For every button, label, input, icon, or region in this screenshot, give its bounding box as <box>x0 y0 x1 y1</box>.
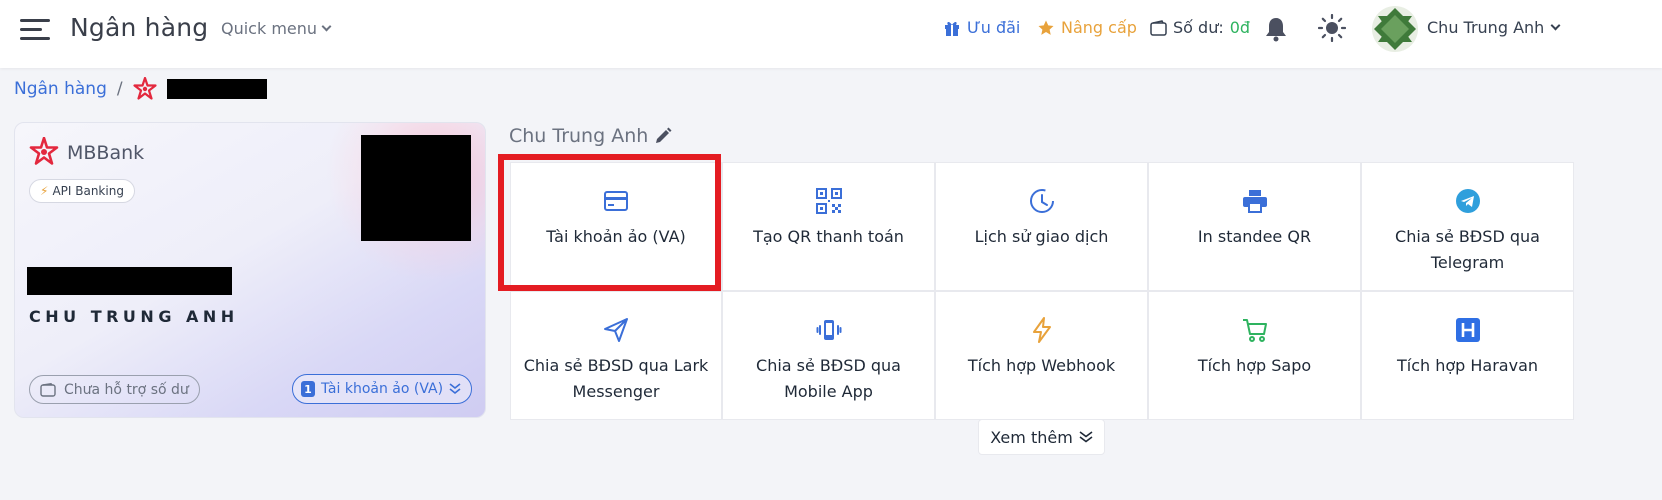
menu-toggle-icon[interactable] <box>20 16 50 42</box>
qr-code-icon <box>815 188 842 214</box>
redacted-account-number <box>166 79 267 99</box>
tile-virtual-account[interactable]: Tài khoản ảo (VA) <box>510 162 722 291</box>
tile-label: Chia sẻ BĐSD qua Mobile App <box>756 356 901 401</box>
account-title-text: Chu Trung Anh <box>509 125 649 147</box>
user-name: Chu Trung Anh <box>1427 18 1545 37</box>
redacted-qr-code <box>361 135 471 241</box>
offers-label: Ưu đãi <box>967 18 1021 37</box>
cart-icon <box>1242 317 1268 343</box>
quick-menu-dropdown[interactable]: Quick menu <box>221 19 332 38</box>
tile-transaction-history[interactable]: Lịch sử giao dịch <box>935 162 1148 291</box>
bell-icon[interactable] <box>1264 16 1288 42</box>
haravan-icon <box>1455 317 1481 343</box>
tile-label: Tài khoản ảo (VA) <box>546 227 686 246</box>
upgrade-label: Nâng cấp <box>1061 18 1137 37</box>
top-navbar: Ngân hàng Quick menu Ưu đãi Nâng cấp Số … <box>0 0 1662 68</box>
tile-share-lark[interactable]: Chia sẻ BĐSD qua Lark Messenger <box>510 291 722 420</box>
user-menu[interactable]: Chu Trung Anh <box>1427 18 1561 37</box>
tile-label: Chia sẻ BĐSD qua Telegram <box>1395 227 1540 272</box>
theme-toggle-sun-icon[interactable] <box>1318 14 1346 42</box>
double-chevron-down-icon <box>1079 431 1093 443</box>
tile-create-qr[interactable]: Tạo QR thanh toán <box>722 162 935 291</box>
credit-card-icon <box>603 188 629 214</box>
tile-label: Tạo QR thanh toán <box>753 227 904 246</box>
mbbank-logo-icon <box>133 77 157 100</box>
quick-menu-label: Quick menu <box>221 19 318 38</box>
tile-sapo[interactable]: Tích hợp Sapo <box>1148 291 1361 420</box>
tile-print-standee[interactable]: In standee QR <box>1148 162 1361 291</box>
api-banking-badge: ⚡ API Banking <box>29 179 135 203</box>
see-more-label: Xem thêm <box>990 427 1073 447</box>
breadcrumb-bank-link[interactable]: Ngân hàng <box>14 79 107 99</box>
gift-icon <box>945 21 959 36</box>
history-clock-icon <box>1029 188 1055 214</box>
offers-link[interactable]: Ưu đãi <box>943 18 1020 37</box>
wallet-icon <box>1150 19 1167 36</box>
send-icon <box>603 317 629 343</box>
account-holder-name: CHU TRUNG ANH <box>29 307 239 326</box>
edit-pencil-icon[interactable] <box>654 127 672 145</box>
balance-value: 0đ <box>1229 18 1251 37</box>
tile-share-telegram[interactable]: Chia sẻ BĐSD qua Telegram <box>1361 162 1574 291</box>
balance-unsupported-pill[interactable]: Chưa hỗ trợ số dư <box>29 375 200 404</box>
lightning-icon: ⚡ <box>40 184 49 198</box>
printer-icon <box>1242 188 1268 214</box>
double-chevron-down-icon <box>449 383 461 395</box>
tile-label: Tích hợp Sapo <box>1197 356 1312 375</box>
chevron-down-icon <box>321 21 332 32</box>
tile-label: Tích hợp Haravan <box>1396 356 1539 375</box>
mobile-vibrate-icon <box>816 317 842 343</box>
balance-unsupported-label: Chưa hỗ trợ số dư <box>64 381 189 398</box>
see-more-button[interactable]: Xem thêm <box>978 419 1105 455</box>
upgrade-link[interactable]: Nâng cấp <box>1037 18 1137 37</box>
tile-label: Lịch sử giao dịch <box>974 227 1109 246</box>
bank-account-card: MBBank ⚡ API Banking CHU TRUNG ANH Chưa … <box>14 122 486 418</box>
wallet-icon <box>40 382 56 397</box>
api-badge-label: API Banking <box>52 184 124 198</box>
mbbank-logo-icon <box>29 137 59 165</box>
telegram-icon <box>1455 188 1481 214</box>
user-avatar[interactable] <box>1372 6 1418 52</box>
star-icon <box>1038 20 1054 35</box>
va-count-badge: 1 <box>301 381 315 397</box>
tile-webhook[interactable]: Tích hợp Webhook <box>935 291 1148 420</box>
bank-name: MBBank <box>67 142 145 164</box>
breadcrumb-separator: / <box>116 79 123 99</box>
virtual-account-pill[interactable]: 1 Tài khoản ảo (VA) <box>292 374 473 404</box>
lightning-icon <box>1029 317 1055 343</box>
app-title: Ngân hàng <box>70 13 209 42</box>
account-title: Chu Trung Anh <box>509 125 672 147</box>
tile-label: In standee QR <box>1197 227 1312 246</box>
va-pill-label: Tài khoản ảo (VA) <box>321 381 444 397</box>
tile-label: Chia sẻ BĐSD qua Lark Messenger <box>523 356 709 401</box>
redacted-account-number <box>27 267 232 295</box>
chevron-down-icon <box>1550 20 1561 31</box>
tile-share-mobile-app[interactable]: Chia sẻ BĐSD qua Mobile App <box>722 291 935 420</box>
balance-display[interactable]: Số dư: 0đ <box>1150 18 1250 37</box>
tile-label: Tích hợp Webhook <box>967 356 1116 375</box>
breadcrumb: Ngân hàng / <box>14 77 267 100</box>
balance-label: Số dư: <box>1173 18 1224 37</box>
tile-haravan[interactable]: Tích hợp Haravan <box>1361 291 1574 420</box>
